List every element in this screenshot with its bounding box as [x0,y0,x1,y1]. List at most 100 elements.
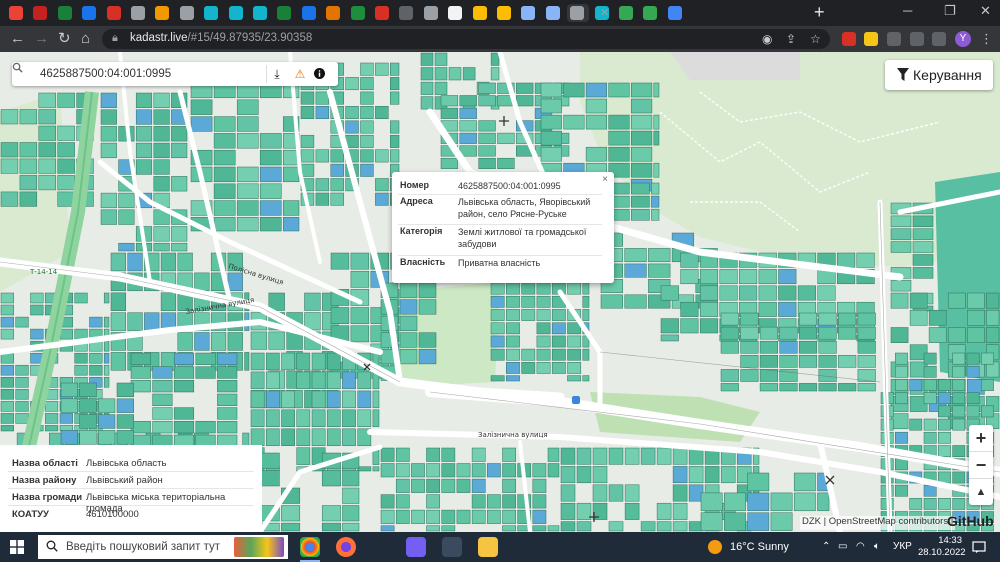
land-parcel[interactable] [103,364,110,376]
land-parcel[interactable] [57,175,75,191]
land-parcel[interactable] [110,252,126,272]
land-parcel[interactable] [330,178,344,192]
land-parcel[interactable] [74,292,88,304]
land-parcel[interactable] [375,149,389,163]
land-parcel[interactable] [699,269,719,285]
land-parcel[interactable] [631,130,653,146]
land-parcel[interactable] [227,332,243,351]
land-parcel[interactable] [952,418,966,431]
land-parcel[interactable] [560,447,576,465]
land-parcel[interactable] [759,355,778,368]
close-window-button[interactable]: ✕ [980,3,991,19]
land-parcel[interactable] [576,521,592,532]
land-parcel[interactable] [487,509,501,524]
land-parcel[interactable] [281,522,301,532]
land-parcel[interactable] [100,109,117,125]
land-parcel[interactable] [411,478,425,493]
land-parcel[interactable] [680,318,699,334]
browser-tab[interactable] [104,4,124,22]
land-parcel[interactable] [967,292,985,309]
land-parcel[interactable] [506,375,520,382]
land-parcel[interactable] [0,328,14,340]
windows-start-icon[interactable] [10,540,24,554]
land-parcel[interactable] [380,525,395,532]
land-parcel[interactable] [15,364,29,376]
land-parcel[interactable] [345,106,359,119]
land-parcel[interactable] [395,509,410,524]
land-parcel[interactable] [434,67,448,81]
land-parcel[interactable] [857,383,876,392]
land-parcel[interactable] [532,494,547,509]
github-link[interactable]: GitHub [947,513,994,529]
land-parcel[interactable] [631,98,653,114]
land-parcel[interactable] [890,413,909,430]
land-parcel[interactable] [895,484,908,497]
land-parcel[interactable] [487,463,501,478]
land-parcel[interactable] [838,326,857,340]
land-parcel[interactable] [653,130,660,146]
volume-icon[interactable]: 🔈︎ [874,541,880,552]
land-parcel[interactable] [456,463,471,478]
land-parcel[interactable] [567,375,582,382]
land-parcel[interactable] [966,405,980,418]
land-parcel[interactable] [357,409,372,427]
land-parcel[interactable] [110,312,126,331]
browser-tab[interactable] [421,4,441,22]
land-parcel[interactable] [720,312,739,326]
land-parcel[interactable] [399,315,418,331]
land-parcel[interactable] [672,502,688,520]
land-parcel[interactable] [171,126,188,142]
land-parcel[interactable] [624,447,640,465]
browser-tab[interactable] [372,4,392,22]
land-parcel[interactable] [311,409,326,427]
land-parcel[interactable] [895,379,908,391]
land-parcel[interactable] [153,176,170,192]
land-parcel[interactable] [890,327,909,343]
land-parcel[interactable] [315,91,330,105]
land-parcel[interactable] [89,352,103,364]
land-parcel[interactable] [490,67,500,81]
land-parcel[interactable] [116,430,134,445]
land-parcel[interactable] [360,106,374,119]
land-parcel[interactable] [79,382,97,398]
land-parcel[interactable] [259,166,282,183]
land-parcel[interactable] [426,447,440,462]
land-parcel[interactable] [160,292,177,311]
land-parcel[interactable] [478,157,496,169]
land-parcel[interactable] [624,484,640,502]
land-parcel[interactable] [516,95,534,107]
land-parcel[interactable] [390,62,400,76]
land-parcel[interactable] [540,98,562,114]
land-parcel[interactable] [923,484,937,497]
land-parcel[interactable] [153,242,170,252]
land-parcel[interactable] [536,295,551,308]
land-parcel[interactable] [653,82,660,98]
land-parcel[interactable] [720,383,739,392]
land-parcel[interactable] [631,182,650,195]
land-parcel[interactable] [440,95,459,107]
land-parcel[interactable] [153,109,170,125]
land-parcel[interactable] [135,92,153,108]
land-parcel[interactable] [952,379,966,391]
land-parcel[interactable] [536,348,551,361]
wifi-icon[interactable]: ◠ [856,541,865,552]
land-parcel[interactable] [582,348,590,361]
land-parcel[interactable] [152,421,173,434]
land-parcel[interactable] [506,335,520,348]
land-parcel[interactable] [59,413,73,424]
land-parcel[interactable] [38,92,56,108]
land-parcel[interactable] [608,447,624,465]
land-parcel[interactable] [236,200,259,216]
land-parcel[interactable] [540,130,562,146]
land-parcel[interactable] [330,307,350,324]
land-parcel[interactable] [758,269,777,285]
land-parcel[interactable] [418,349,437,365]
land-parcel[interactable] [560,502,576,520]
land-parcel[interactable] [547,463,560,478]
back-button[interactable]: ← [10,30,25,48]
land-parcel[interactable] [838,312,857,326]
land-parcel[interactable] [672,484,688,502]
land-parcel[interactable] [909,309,928,326]
land-parcel[interactable] [699,318,719,334]
browser-tab[interactable] [30,4,50,22]
